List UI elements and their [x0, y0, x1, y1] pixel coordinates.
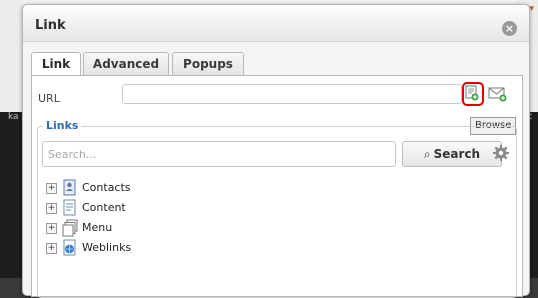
- weblinks-icon: [63, 239, 76, 256]
- search-button[interactable]: ⌕ Search: [402, 141, 502, 167]
- tree-item-label: Content: [82, 201, 126, 214]
- browse-button[interactable]: [462, 82, 484, 106]
- expand-icon[interactable]: +: [46, 183, 57, 194]
- tree-item-label: Menu: [82, 221, 113, 234]
- dialog-title: Link: [35, 18, 66, 33]
- tree-item-content[interactable]: + Content: [42, 199, 242, 217]
- tab-advanced[interactable]: Advanced: [83, 52, 169, 75]
- menu-icon: [62, 219, 78, 237]
- background-page-left: [0, 0, 22, 112]
- links-fieldset: Links ⌕Search: [37, 119, 517, 298]
- search-button-label: Search: [433, 147, 481, 161]
- search-icon: ⌕: [423, 147, 431, 161]
- content-icon: [63, 199, 76, 216]
- expand-icon[interactable]: +: [46, 243, 57, 254]
- browse-icon: [465, 85, 479, 101]
- close-icon[interactable]: ×: [502, 21, 517, 36]
- email-icon: [488, 87, 507, 102]
- email-button[interactable]: [488, 85, 508, 103]
- link-dialog: Link × Link Advanced Popups URL Browse L…: [22, 4, 530, 298]
- tree-item-label: Contacts: [82, 181, 131, 194]
- links-legend: Links: [43, 119, 82, 132]
- tab-link[interactable]: Link: [31, 52, 81, 77]
- url-label: URL: [38, 92, 60, 105]
- url-input[interactable]: [122, 84, 462, 104]
- expand-icon[interactable]: +: [46, 223, 57, 234]
- background-text-left: ka: [8, 112, 19, 122]
- dialog-titlebar: Link ×: [23, 5, 529, 42]
- tree-item-label: Weblinks: [82, 241, 132, 254]
- tab-popups[interactable]: Popups: [172, 52, 244, 75]
- contacts-icon: [63, 179, 76, 196]
- tree-item-weblinks[interactable]: + Weblinks: [42, 239, 242, 257]
- link-tab-panel: URL Browse Links Search... ⌕ Search + Co…: [31, 75, 523, 298]
- tree-item-contacts[interactable]: + Contacts: [42, 179, 242, 197]
- expand-icon[interactable]: +: [46, 203, 57, 214]
- background-arrow-icon: ▾: [529, 4, 534, 14]
- search-input[interactable]: [42, 141, 396, 167]
- gear-icon[interactable]: [492, 144, 510, 162]
- tree-item-menu[interactable]: + Menu: [42, 219, 242, 237]
